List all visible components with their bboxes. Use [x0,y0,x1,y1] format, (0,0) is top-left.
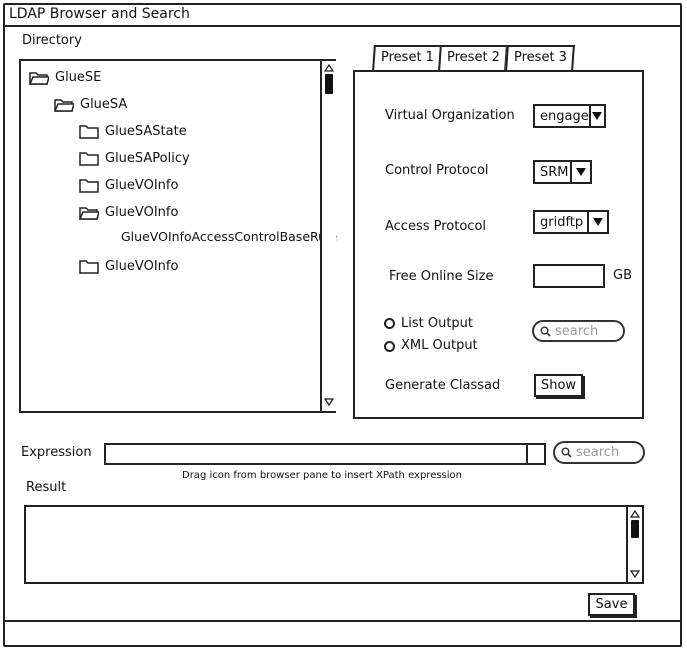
search-placeholder: search [555,323,599,339]
tab-preset-2[interactable]: Preset 2 [438,45,508,71]
access-protocol-value: gridftp [540,214,584,230]
scrollbar-thumb[interactable] [325,74,333,94]
folder-icon [79,152,99,166]
tree-node-gluesastate[interactable]: GlueSAState [79,124,187,139]
chevron-down-icon[interactable] [587,212,607,232]
folder-open-icon [29,72,49,85]
tree-node-gluevoinfo[interactable]: GlueVOInfo [79,178,178,193]
expression-input-divider [526,445,528,463]
generate-classad-label: Generate Classad [385,378,501,393]
tree-node-gluesapolicy[interactable]: GlueSAPolicy [79,151,190,166]
control-protocol-value: SRM [540,164,569,180]
scroll-down-arrow-icon[interactable] [630,569,640,579]
chevron-down-icon[interactable] [588,106,604,126]
folder-open-icon [54,99,74,112]
directory-label: Directory [22,33,82,48]
search-icon [561,447,572,458]
window-title: LDAP Browser and Search [9,6,190,22]
search-icon [540,326,551,337]
show-button[interactable]: Show [534,374,583,397]
tree-scrollbar[interactable] [320,61,336,411]
tree-node-gluevoinfo-expanded[interactable]: GlueVOInfo [79,205,178,220]
tree-node-label: GlueSA [80,97,128,112]
result-label: Result [26,480,67,495]
tree-node-gluesa[interactable]: GlueSA [54,97,127,112]
vo-dropdown[interactable]: engage [533,104,606,128]
access-protocol-dropdown[interactable]: gridftp [533,210,609,234]
xml-output-radio[interactable] [384,341,395,352]
tab-preset-3[interactable]: Preset 3 [505,45,575,71]
control-protocol-dropdown[interactable]: SRM [533,160,592,184]
scroll-up-arrow-icon[interactable] [324,63,334,73]
directory-tree-panel[interactable]: GlueSE GlueSA GlueSAState GlueSAPolicy G… [19,59,337,413]
expression-search-input[interactable]: search [553,441,645,464]
expression-input[interactable] [104,443,546,465]
vo-value: engage [540,108,589,124]
tab-label: Preset 1 [380,50,434,65]
title-bar: LDAP Browser and Search [3,3,682,27]
tab-preset-1[interactable]: Preset 1 [372,45,442,71]
tree-node-label: GlueVOInfoAccessControlBaseRule [121,229,338,244]
expression-hint: Drag icon from browser pane to insert XP… [182,470,463,481]
scroll-up-arrow-icon[interactable] [630,509,640,519]
tree-node-gluese[interactable]: GlueSE [29,70,101,85]
save-button[interactable]: Save [588,593,635,616]
free-online-size-input[interactable] [533,264,605,288]
folder-icon [79,260,99,274]
xml-output-label: XML Output [401,338,478,353]
tree-node-label: GlueVOInfo [105,259,179,274]
result-area[interactable] [24,505,644,584]
folder-open-icon [79,207,99,220]
tree-node-label: GlueVOInfo [105,205,179,220]
list-output-label: List Output [401,316,474,331]
tree-node-label: GlueSE [55,70,102,85]
folder-icon [79,179,99,193]
access-protocol-label: Access Protocol [385,219,487,234]
folder-icon [79,125,99,139]
status-bar-divider [3,620,682,622]
result-scrollbar[interactable] [626,507,642,582]
tree-node-label: GlueSAState [105,124,187,139]
vo-label: Virtual Organization [385,108,515,123]
tab-label: Preset 3 [513,50,567,65]
tab-label: Preset 2 [446,50,500,65]
scroll-down-arrow-icon[interactable] [324,397,334,407]
free-online-size-label: Free Online Size [389,269,494,284]
expression-label: Expression [21,445,92,460]
preset-search-input[interactable]: search [532,320,625,342]
tree-node-label: GlueSAPolicy [105,151,190,166]
tree-node-label: GlueVOInfo [105,178,179,193]
size-unit-label: GB [613,268,632,283]
control-protocol-label: Control Protocol [385,163,489,178]
scrollbar-thumb[interactable] [631,520,639,538]
chevron-down-icon[interactable] [570,162,590,182]
tree-node-gluevoinfoaccesscontrolbaserule[interactable]: GlueVOInfoAccessControlBaseRule [121,229,337,244]
list-output-radio[interactable] [384,318,395,329]
tree-node-gluevoinfo-2[interactable]: GlueVOInfo [79,259,178,274]
search-placeholder: search [576,445,620,460]
